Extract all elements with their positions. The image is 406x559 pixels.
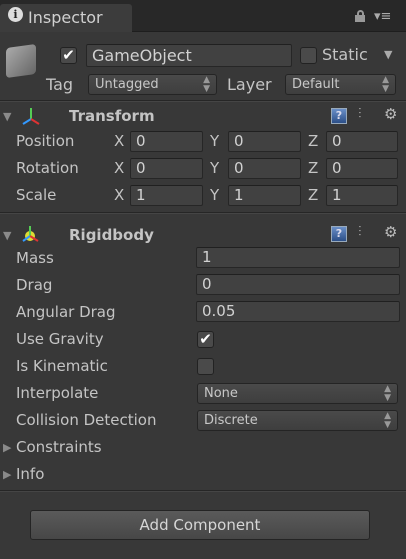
collision-detection-value: Discrete [204, 413, 258, 428]
add-component-button[interactable]: Add Component [30, 510, 370, 540]
position-y-field[interactable]: 0 [228, 131, 301, 152]
static-dropdown-icon[interactable]: ▼ [384, 48, 392, 61]
is-kinematic-checkbox[interactable] [197, 358, 214, 375]
tab-title: Inspector [28, 8, 103, 27]
rigidbody-icon [22, 226, 39, 242]
help-icon[interactable]: ? [331, 108, 347, 124]
axis-x-label: X [114, 159, 125, 177]
transform-icon [22, 108, 40, 125]
lock-icon[interactable] [355, 10, 365, 22]
use-gravity-checkbox[interactable]: ✔ [197, 331, 214, 348]
rigidbody-foldout[interactable]: ▼ [3, 229, 11, 242]
axis-x-label: X [114, 186, 125, 204]
info-foldout[interactable]: Info [16, 465, 44, 483]
transform-row-label: Rotation [16, 159, 79, 177]
scale-z-field[interactable]: 1 [326, 185, 398, 206]
static-label: Static [322, 45, 368, 64]
axis-y-label: Y [210, 132, 220, 150]
static-checkbox[interactable] [300, 47, 317, 64]
drag-field[interactable]: 0 [196, 274, 400, 295]
rigidbody-title: Rigidbody [69, 226, 154, 244]
transform-foldout[interactable]: ▼ [3, 110, 11, 123]
scale-y-field[interactable]: 1 [228, 185, 301, 206]
collision-detection-dropdown[interactable]: Discrete ▲ ▼ [197, 410, 398, 431]
use-gravity-label: Use Gravity [16, 330, 104, 348]
axis-z-label: Z [308, 186, 319, 204]
angular-drag-label: Angular Drag [16, 303, 116, 321]
info-foldout-icon[interactable]: ▶ [3, 468, 11, 481]
axis-z-label: Z [308, 159, 319, 177]
layer-label: Layer [227, 75, 272, 94]
layer-value: Default [292, 77, 340, 92]
gameobject-cube-icon[interactable] [6, 43, 36, 79]
layer-dropdown[interactable]: Default ▲ ▼ [285, 74, 396, 95]
constraints-foldout-icon[interactable]: ▶ [3, 441, 11, 454]
constraints-foldout[interactable]: Constraints [16, 438, 102, 456]
divider [0, 100, 406, 102]
interpolate-label: Interpolate [16, 384, 99, 402]
transform-row-label: Position [16, 132, 75, 150]
rotation-y-field[interactable]: 0 [228, 158, 301, 179]
interpolate-dropdown[interactable]: None ▲ ▼ [197, 383, 398, 404]
axis-y-label: Y [210, 186, 220, 204]
help-icon[interactable]: ? [331, 226, 347, 242]
mass-label: Mass [16, 249, 54, 267]
name-field[interactable]: GameObject [86, 44, 292, 67]
active-checkbox[interactable]: ✔ [60, 47, 77, 64]
tag-label: Tag [46, 75, 74, 94]
mass-field[interactable]: 1 [196, 247, 400, 268]
transform-title: Transform [69, 107, 155, 125]
interpolate-value: None [204, 386, 238, 401]
drag-label: Drag [16, 276, 53, 294]
tab-menu-icon[interactable]: ▾≡ [374, 9, 391, 24]
transform-row-label: Scale [16, 186, 57, 204]
axis-z-label: Z [308, 132, 319, 150]
divider [0, 490, 406, 492]
position-z-field[interactable]: 0 [326, 131, 398, 152]
tag-value: Untagged [95, 77, 159, 92]
tag-dropdown[interactable]: Untagged ▲ ▼ [88, 74, 217, 95]
angular-drag-field[interactable]: 0.05 [196, 301, 400, 322]
scale-x-field[interactable]: 1 [130, 185, 203, 206]
axis-y-label: Y [210, 159, 220, 177]
axis-x-label: X [114, 132, 125, 150]
is-kinematic-label: Is Kinematic [16, 357, 108, 375]
collision-detection-label: Collision Detection [16, 411, 157, 429]
position-x-field[interactable]: 0 [130, 131, 203, 152]
gear-icon[interactable]: ⚙ [384, 105, 397, 123]
rotation-x-field[interactable]: 0 [130, 158, 203, 179]
gear-icon[interactable]: ⚙ [384, 223, 397, 241]
info-icon: i [8, 7, 23, 22]
divider [0, 212, 406, 214]
preset-icon[interactable]: ⫶ [358, 106, 362, 122]
preset-icon[interactable]: ⫶ [358, 224, 362, 240]
rotation-z-field[interactable]: 0 [326, 158, 398, 179]
